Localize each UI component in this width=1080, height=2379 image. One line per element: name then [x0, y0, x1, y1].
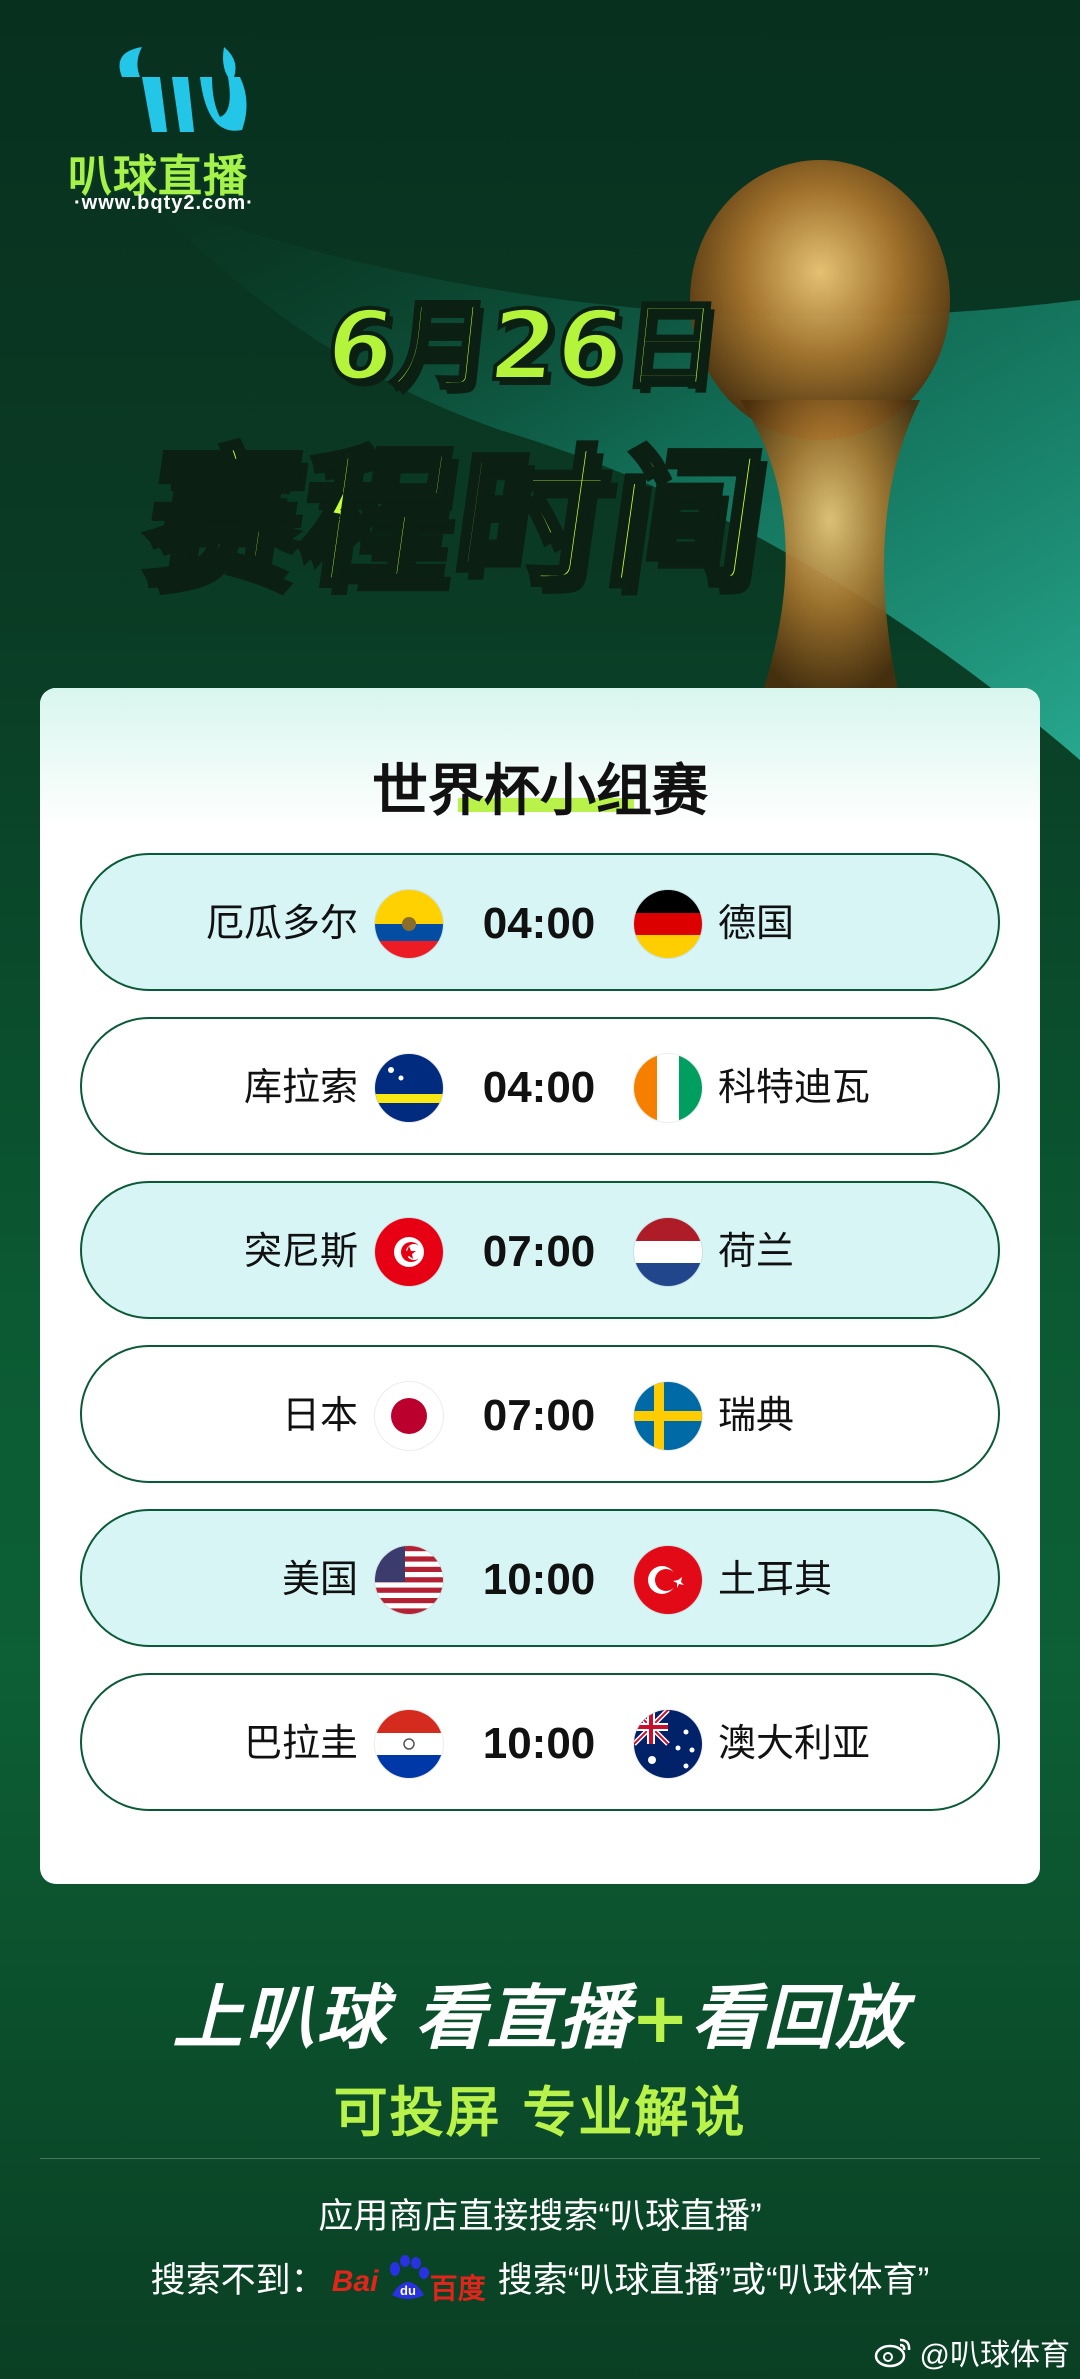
card-title: 世界杯小组赛: [372, 759, 708, 824]
baidu-bai: Bai: [331, 2264, 379, 2298]
logo-url: ·www.bqty2.com·: [74, 192, 254, 214]
slogan-plus: +: [630, 1977, 692, 2059]
match-row[interactable]: 厄瓜多尔 04:00 德国: [80, 853, 1000, 991]
ivory-coast-flag-icon: [634, 1054, 702, 1122]
match-row[interactable]: 美国 10:00 土耳其: [80, 1509, 1000, 1647]
slogan-part-b: 看回放: [691, 1977, 908, 2059]
schedule-card: 世界杯小组赛 厄瓜多尔 04:00 德国 库拉索 04:00 科特迪瓦 突尼斯 …: [40, 688, 1040, 1884]
match-time: 10:00: [482, 1719, 596, 1768]
promo-sub-slogan: 可投屏 专业解说: [333, 2081, 747, 2144]
ecuador-flag-icon: [375, 890, 443, 958]
weibo-icon: [874, 2338, 910, 2368]
netherlands-flag-icon: [634, 1218, 702, 1286]
home-team: 厄瓜多尔: [205, 903, 358, 945]
home-team: 巴拉圭: [243, 1723, 358, 1765]
turkey-flag-icon: [634, 1546, 702, 1614]
away-team: 土耳其: [718, 1559, 833, 1601]
usa-flag-icon: [375, 1546, 443, 1614]
baidu-paw-icon: du: [389, 2254, 429, 2299]
match-row[interactable]: 日本 07:00 瑞典: [80, 1345, 1000, 1483]
tunisia-flag-icon: [375, 1218, 443, 1286]
match-time: 04:00: [482, 899, 596, 948]
logo-mark-icon: [119, 47, 247, 132]
match-time: 07:00: [482, 1227, 596, 1276]
divider: [40, 2158, 1040, 2159]
australia-flag-icon: [634, 1710, 702, 1778]
baidu-du: du: [400, 2283, 416, 2298]
home-team: 突尼斯: [243, 1231, 358, 1273]
match-row[interactable]: 突尼斯 07:00 荷兰: [80, 1181, 1000, 1319]
hint-suffix: 搜索“叭球直播”或“叭球体育”: [497, 2261, 930, 2300]
home-team: 美国: [281, 1559, 358, 1601]
away-team: 荷兰: [718, 1231, 795, 1273]
baidu-logo: Bai du 百度: [331, 2254, 492, 2305]
hint-prefix: 搜索不到：: [150, 2261, 326, 2300]
match-time: 04:00: [482, 1063, 596, 1112]
away-team: 瑞典: [718, 1395, 795, 1437]
home-team: 日本: [281, 1395, 358, 1437]
search-hint-app-store: 应用商店直接搜索“叭球直播”: [318, 2197, 762, 2236]
match-row[interactable]: 巴拉圭 10:00 澳大利亚: [80, 1673, 1000, 1811]
home-team: 库拉索: [243, 1067, 358, 1109]
search-hint-baidu: 搜索不到： Bai du 百度 搜索“叭球直播”或“叭球体育”: [0, 2252, 1080, 2305]
japan-flag-icon: [375, 1382, 443, 1450]
away-team: 澳大利亚: [718, 1723, 871, 1765]
match-time: 10:00: [482, 1555, 596, 1604]
away-team: 科特迪瓦: [718, 1067, 871, 1109]
weibo-watermark: @叭球体育: [874, 2330, 1070, 2374]
germany-flag-icon: [634, 890, 702, 958]
paraguay-flag-icon: [375, 1710, 443, 1778]
match-list: 厄瓜多尔 04:00 德国 库拉索 04:00 科特迪瓦 突尼斯 07:00 荷…: [80, 853, 1000, 1837]
title-main: 赛程时间: [133, 430, 779, 610]
brand-logo: 叭球直播 ·www.bqty2.com·: [62, 42, 292, 222]
curacao-flag-icon: [375, 1054, 443, 1122]
match-time: 07:00: [482, 1391, 596, 1440]
watermark-text: @叭球体育: [919, 2339, 1070, 2372]
promo-slogan: 上叭球 看直播+看回放: [0, 1962, 1080, 2063]
match-row[interactable]: 库拉索 04:00 科特迪瓦: [80, 1017, 1000, 1155]
baidu-baike: 百度: [429, 2272, 486, 2304]
title-date: 6月26日: [319, 288, 727, 404]
sweden-flag-icon: [634, 1382, 702, 1450]
away-team: 德国: [718, 903, 795, 945]
slogan-part-a: 上叭球 看直播: [172, 1977, 631, 2059]
